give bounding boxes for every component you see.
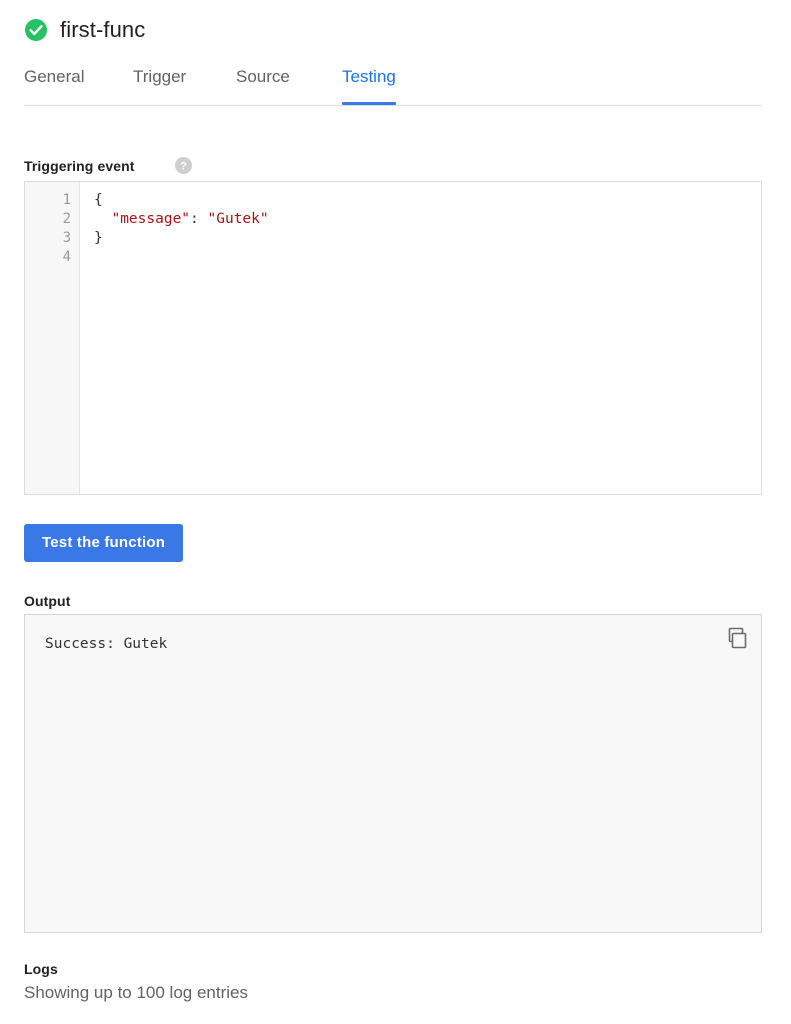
code-line: "message": "Gutek" [94,210,761,229]
tab-general[interactable]: General [24,62,84,105]
tab-testing[interactable]: Testing [342,62,396,105]
help-circle-icon[interactable]: ? [175,157,192,174]
editor-line-numbers: 1 2 3 4 [25,182,80,494]
code-token: "Gutek" [207,211,269,227]
tab-source-label: Source [236,67,290,86]
logs-subtitle: Showing up to 100 log entries [24,983,248,1002]
tab-bar: General Trigger Source Testing [24,62,762,106]
test-the-function-button[interactable]: Test the function [24,524,184,562]
triggering-event-editor[interactable]: 1 2 3 4 { "message": "Gutek"} ​ [24,181,762,495]
code-line: } [94,229,761,248]
tab-trigger-label: Trigger [133,67,187,86]
code-token: } [94,230,103,246]
tab-general-label: General [24,67,85,86]
check-circle-icon [24,18,48,42]
line-number: 1 [62,192,71,208]
output-panel: Success: Gutek [24,614,762,933]
code-line: { [94,191,761,210]
tab-testing-label: Testing [342,67,396,86]
page-title: first-func [60,17,146,42]
tab-bar-divider [24,105,762,106]
code-token: : [190,211,199,227]
code-token: "message" [111,211,191,227]
triggering-event-label: Triggering event [24,158,135,174]
output-label: Output [24,593,71,609]
tab-trigger[interactable]: Trigger [133,62,186,105]
copy-icon[interactable] [723,625,749,651]
output-text: Success: Gutek [45,636,168,652]
line-number: 4 [62,249,71,265]
editor-code-content[interactable]: { "message": "Gutek"} ​ [80,182,761,494]
line-number: 3 [62,230,71,246]
tab-source[interactable]: Source [236,62,290,105]
page-header: first-func [24,18,145,42]
logs-label: Logs [24,961,58,977]
svg-text:?: ? [180,160,187,172]
line-number: 2 [62,211,71,227]
code-line: ​ [94,248,761,267]
function-details-page: first-func General Trigger Source Testin… [0,0,791,1024]
code-token: { [94,192,103,208]
